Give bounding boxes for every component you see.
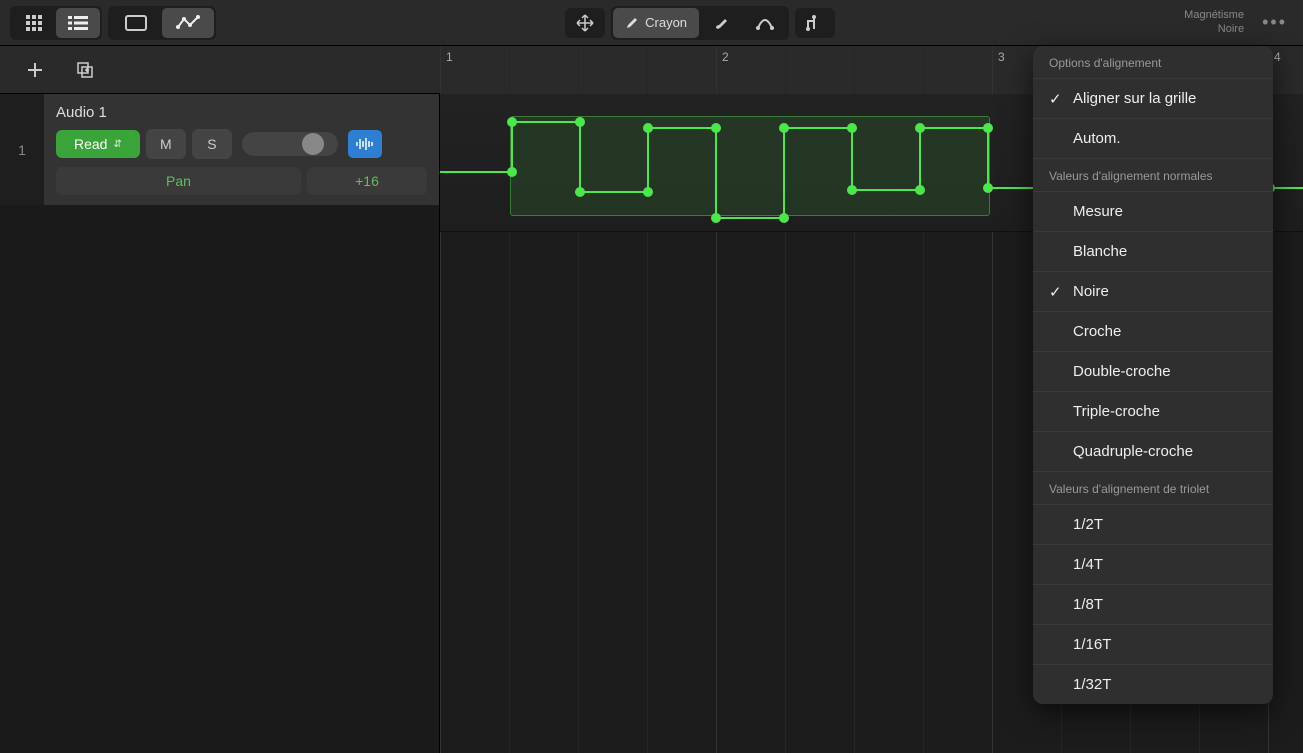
dropdown-item[interactable]: 1/32T: [1033, 664, 1273, 704]
move-tool-button[interactable]: [565, 8, 605, 38]
dropdown-item[interactable]: Quadruple-croche: [1033, 431, 1273, 471]
dropdown-item[interactable]: 1/4T: [1033, 544, 1273, 584]
edit-tool-group: Crayon: [611, 6, 789, 40]
dropdown-item[interactable]: Double-croche: [1033, 351, 1273, 391]
dropdown-item[interactable]: Autom.: [1033, 118, 1273, 158]
waveform-icon: [355, 137, 375, 151]
automation-view-button[interactable]: [162, 8, 214, 38]
fader-knob[interactable]: [302, 133, 324, 155]
dropdown-item[interactable]: Aligner sur la grille: [1033, 78, 1273, 118]
snap-dropdown: Options d'alignement Aligner sur la gril…: [1033, 46, 1273, 704]
region-view-button[interactable]: [110, 8, 162, 38]
more-menu-button[interactable]: •••: [1256, 12, 1293, 33]
ruler-mark: 2: [722, 50, 729, 64]
dropdown-item[interactable]: Triple-croche: [1033, 391, 1273, 431]
dropdown-section-header: Options d'alignement: [1033, 46, 1273, 78]
view-mode-group: [10, 6, 102, 40]
dropdown-item[interactable]: 1/8T: [1033, 584, 1273, 624]
duplicate-icon: [75, 60, 95, 80]
dropdown-item[interactable]: Noire: [1033, 271, 1273, 311]
pencil-tool-button[interactable]: Crayon: [613, 8, 699, 38]
dropdown-item[interactable]: Mesure: [1033, 191, 1273, 231]
top-toolbar: Crayon Magnétisme Noire •••: [0, 0, 1303, 46]
dropdown-section-header: Valeurs d'alignement de triolet: [1033, 471, 1273, 504]
trim-tool-button[interactable]: [795, 8, 835, 38]
ruler-mark: 3: [998, 50, 1005, 64]
track-name: Audio 1: [56, 104, 427, 121]
track-row: 1 Audio 1 Read ⇵ M S: [0, 94, 439, 205]
chevron-updown-icon: ⇵: [113, 139, 121, 150]
dropdown-item[interactable]: 1/16T: [1033, 624, 1273, 664]
trim-icon: [806, 15, 824, 31]
grid-view-button[interactable]: [12, 8, 56, 38]
audio-region[interactable]: [510, 116, 990, 216]
track-header[interactable]: Audio 1 Read ⇵ M S: [44, 94, 439, 205]
plus-icon: [25, 60, 45, 80]
dropdown-item[interactable]: 1/2T: [1033, 504, 1273, 544]
list-view-button[interactable]: [56, 8, 100, 38]
display-mode-group: [108, 6, 216, 40]
brush-tool-button[interactable]: [699, 8, 743, 38]
curve-tool-button[interactable]: [743, 8, 787, 38]
solo-button[interactable]: S: [192, 129, 232, 159]
snap-title: Magnétisme: [1184, 9, 1244, 22]
duplicate-track-button[interactable]: [70, 55, 100, 85]
curve-icon: [756, 16, 774, 30]
pencil-icon: [625, 16, 639, 30]
volume-fader[interactable]: [242, 132, 338, 156]
track-number: 1: [0, 94, 44, 205]
automation-param-select[interactable]: Pan: [56, 167, 301, 195]
snap-value: Noire: [1184, 23, 1244, 36]
automation-value[interactable]: +16: [307, 167, 427, 195]
add-track-button[interactable]: [20, 55, 50, 85]
dropdown-item[interactable]: Croche: [1033, 311, 1273, 351]
mute-button[interactable]: M: [146, 129, 186, 159]
dropdown-item[interactable]: Blanche: [1033, 231, 1273, 271]
dropdown-section-header: Valeurs d'alignement normales: [1033, 158, 1273, 191]
tool-label: Crayon: [645, 15, 687, 30]
snap-indicator: Magnétisme Noire: [1184, 9, 1244, 35]
track-list: 1 Audio 1 Read ⇵ M S: [0, 94, 440, 753]
automation-mode-button[interactable]: Read ⇵: [56, 130, 140, 158]
ruler-mark: 1: [446, 50, 453, 64]
waveform-button[interactable]: [348, 130, 382, 158]
ruler-mark: 4: [1274, 50, 1281, 64]
brush-icon: [713, 15, 729, 31]
